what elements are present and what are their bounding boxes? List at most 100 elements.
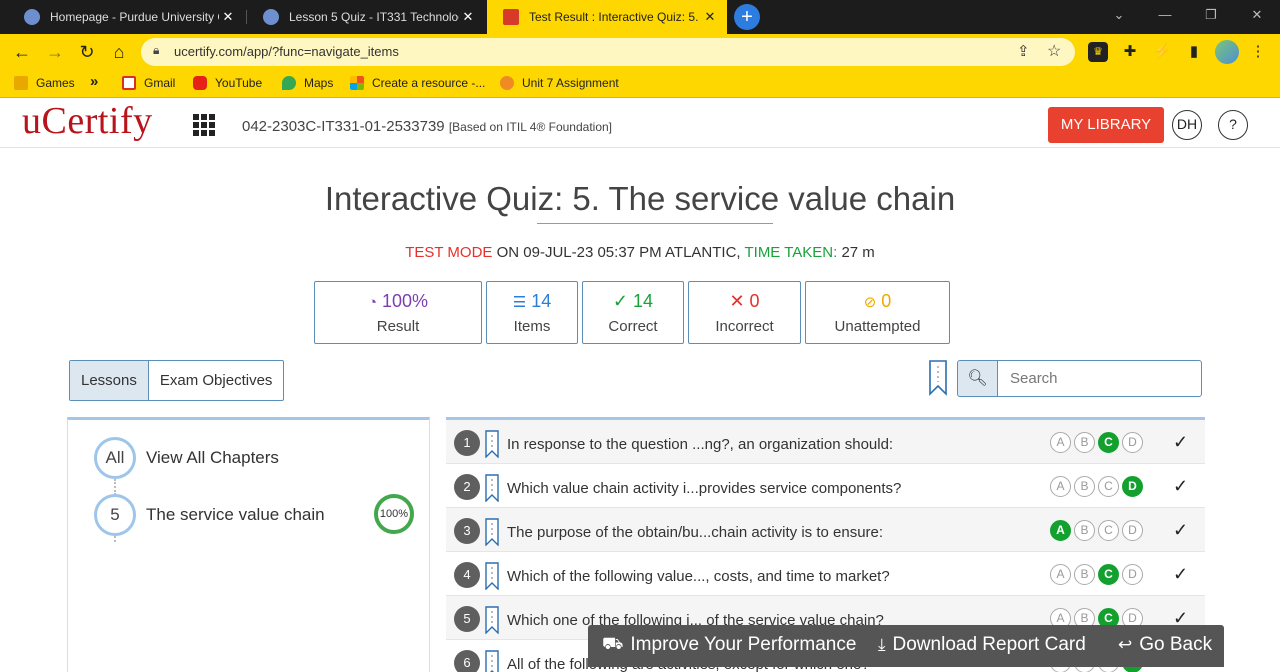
- bookmark-games[interactable]: Games: [14, 76, 75, 90]
- home-icon[interactable]: ⌂: [107, 40, 131, 64]
- search-button[interactable]: 🔍︎: [957, 360, 998, 397]
- stat-unattempted[interactable]: ⊘ 0 Unattempted: [805, 281, 950, 344]
- chapter-label: The service value chain: [146, 505, 325, 524]
- stat-result[interactable]: ◔ 100% Result: [314, 281, 482, 344]
- chapter-progress-ring: 100%: [374, 494, 414, 534]
- question-row[interactable]: 3 The purpose of the obtain/bu...chain ac…: [446, 508, 1205, 552]
- puzzle-icon[interactable]: ✚: [1120, 42, 1140, 62]
- improve-performance-button[interactable]: ⛟ Improve Your Performance: [602, 634, 856, 656]
- question-text[interactable]: The purpose of the obtain/bu...chain act…: [507, 524, 883, 541]
- extension-bolt-icon[interactable]: ⚡: [1152, 42, 1172, 62]
- stat-unattempted-value: ⊘ 0: [863, 291, 892, 311]
- go-back-button[interactable]: ↩ Go Back: [1118, 634, 1212, 656]
- option-c: C: [1098, 520, 1119, 541]
- browser-tab-bar: Homepage - Purdue University G ✕ Lesson …: [0, 0, 1280, 34]
- stat-correct[interactable]: ✓ 14 Correct: [582, 281, 684, 344]
- question-text[interactable]: In response to the question ...ng?, an o…: [507, 436, 893, 453]
- option-a: A: [1050, 432, 1071, 453]
- bookmark-icon[interactable]: [485, 430, 499, 458]
- user-avatar[interactable]: DH: [1172, 110, 1202, 140]
- maximize-icon[interactable]: ❐: [1188, 0, 1234, 30]
- tab-title: Homepage - Purdue University G: [50, 10, 219, 24]
- stat-incorrect-value: ✕ 0: [729, 291, 760, 311]
- question-row[interactable]: 4 Which of the following value..., costs,…: [446, 552, 1205, 596]
- stat-items[interactable]: ☰ 14 Items: [486, 281, 578, 344]
- chapter-panel: All View All Chapters 5 The service valu…: [67, 417, 430, 672]
- stat-unattempted-label: Unattempted: [834, 318, 921, 335]
- bookmark-icon[interactable]: [485, 606, 499, 634]
- stat-result-value: ◔ 100%: [367, 291, 429, 311]
- bookmark-label: Create a resource -...: [372, 76, 486, 90]
- sidepanel-icon[interactable]: ▮: [1184, 42, 1204, 62]
- chapter-5[interactable]: 5 The service value chain: [94, 494, 325, 536]
- bookmark-filter-icon[interactable]: [928, 360, 948, 396]
- globe-icon: [263, 9, 279, 25]
- profile-avatar[interactable]: [1215, 40, 1239, 64]
- test-mode-label: TEST MODE: [405, 244, 493, 261]
- bookmark-icon[interactable]: [485, 474, 499, 502]
- improve-label: Improve Your Performance: [630, 634, 857, 655]
- bookmark-youtube[interactable]: YouTube: [193, 76, 262, 90]
- question-number: 2: [454, 474, 480, 500]
- question-row[interactable]: 1 In response to the question ...ng?, an …: [446, 420, 1205, 464]
- question-text[interactable]: Which of the following value..., costs, …: [507, 568, 890, 585]
- browser-tab-homepage[interactable]: Homepage - Purdue University G ✕: [8, 0, 245, 34]
- close-icon[interactable]: ✕: [701, 9, 719, 25]
- stat-items-value: ☰ 14: [512, 291, 552, 311]
- option-b: B: [1074, 476, 1095, 497]
- extension-crown-icon[interactable]: ♛: [1088, 42, 1108, 62]
- browser-tab-test-result[interactable]: Test Result : Interactive Quiz: 5. Th ✕: [487, 0, 727, 34]
- question-row[interactable]: 2 Which value chain activity i...provides…: [446, 464, 1205, 508]
- question-text[interactable]: Which value chain activity i...provides …: [507, 480, 901, 497]
- bookmark-icon[interactable]: [485, 562, 499, 590]
- close-icon[interactable]: ✕: [459, 9, 477, 25]
- bookmark-gmail[interactable]: Gmail: [122, 76, 175, 90]
- window-close-icon[interactable]: ✕: [1234, 0, 1280, 30]
- star-icon[interactable]: ☆: [1047, 41, 1061, 61]
- back-arrow-icon[interactable]: ←: [10, 40, 34, 64]
- app-header: uCertify 042-2303C-IT331-01-2533739 [Bas…: [0, 100, 1280, 148]
- bookmark-label: Games: [36, 76, 75, 90]
- minimize-icon[interactable]: —: [1142, 0, 1188, 30]
- bookmark-unit7[interactable]: Unit 7 Assignment: [500, 76, 619, 90]
- ucertify-favicon-icon: [503, 9, 519, 25]
- menu-kebab-icon[interactable]: ⋮: [1248, 42, 1268, 62]
- stat-incorrect[interactable]: ✕ 0 Incorrect: [688, 281, 801, 344]
- cross-icon: ✕: [729, 291, 745, 311]
- bookmark-icon[interactable]: [485, 518, 499, 546]
- option-c: C: [1098, 432, 1119, 453]
- download-label: Download Report Card: [892, 634, 1086, 655]
- tab-title: Test Result : Interactive Quiz: 5. Th: [529, 10, 701, 24]
- bookmark-create-resource[interactable]: Create a resource -...: [350, 76, 485, 90]
- option-c: C: [1098, 476, 1119, 497]
- bookmark-icon[interactable]: [485, 650, 499, 672]
- tab-lessons[interactable]: Lessons: [70, 361, 149, 400]
- reload-icon[interactable]: ↻: [75, 40, 99, 64]
- my-library-button[interactable]: MY LIBRARY: [1048, 107, 1164, 143]
- search-input[interactable]: [997, 360, 1202, 397]
- share-icon[interactable]: ⇪: [1017, 42, 1030, 60]
- gmail-icon: [122, 76, 136, 90]
- apps-grid-icon[interactable]: [193, 114, 215, 136]
- close-icon[interactable]: ✕: [219, 9, 237, 25]
- chevron-right-icon[interactable]: »: [90, 73, 98, 90]
- new-tab-button[interactable]: +: [734, 4, 760, 30]
- address-bar[interactable]: 🔒︎ ucertify.com/app/?func=navigate_items…: [141, 38, 1075, 66]
- bookmark-maps[interactable]: Maps: [282, 76, 333, 90]
- help-button[interactable]: ?: [1218, 110, 1248, 140]
- download-report-card-button[interactable]: ⤓ Download Report Card: [878, 634, 1086, 656]
- chapter-badge: All: [94, 437, 136, 479]
- tab-exam-objectives[interactable]: Exam Objectives: [149, 361, 284, 400]
- chapter-all[interactable]: All View All Chapters: [94, 437, 279, 479]
- option-d: D: [1122, 564, 1143, 585]
- bookmarks-bar: Games » Gmail YouTube Maps Create a reso…: [0, 70, 1280, 98]
- chart-icon: ◔: [367, 294, 377, 311]
- stat-correct-label: Correct: [608, 318, 658, 335]
- download-icon: ⤓: [878, 635, 886, 654]
- tab-search-icon[interactable]: ⌄: [1096, 0, 1142, 30]
- browser-tab-lesson5[interactable]: Lesson 5 Quiz - IT331 Technolog ✕: [247, 0, 485, 34]
- ucertify-logo[interactable]: uCertify: [22, 99, 153, 143]
- forward-arrow-icon[interactable]: →: [43, 40, 67, 64]
- check-icon: ✓: [1173, 476, 1189, 496]
- page-title: Interactive Quiz: 5. The service value c…: [324, 180, 956, 217]
